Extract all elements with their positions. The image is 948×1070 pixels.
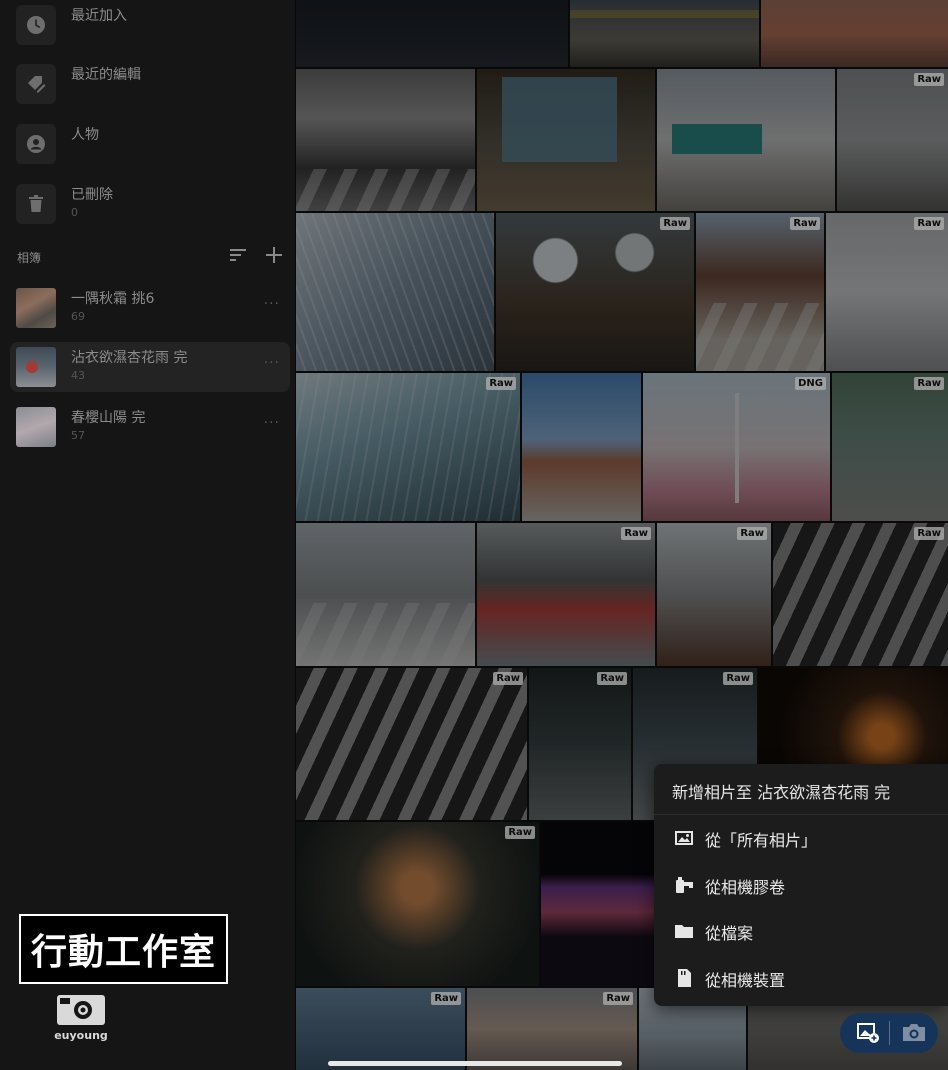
album-title: 沾衣欲濕杏花雨 完 bbox=[71, 350, 188, 366]
nav-item-deleted[interactable]: 已刪除 0 bbox=[16, 184, 286, 234]
photo-thumbnail[interactable] bbox=[761, 0, 948, 67]
pill-separator bbox=[889, 1021, 890, 1045]
dng-badge: DNG bbox=[795, 377, 826, 390]
nav-item-recently-added[interactable]: 最近加入 bbox=[16, 5, 286, 55]
menu-item-label: 從檔案 bbox=[705, 924, 754, 943]
menu-item-all-photos[interactable]: 從「所有相片」 bbox=[654, 815, 948, 861]
svg-text:euyoung: euyoung bbox=[54, 1029, 108, 1042]
sort-icon[interactable] bbox=[229, 246, 249, 266]
photo-thumbnail[interactable]: DNG bbox=[643, 373, 830, 521]
raw-badge: Raw bbox=[914, 527, 944, 540]
tag-edit-icon bbox=[16, 64, 56, 104]
menu-title: 新增相片至 沾衣欲濕杏花雨 完 bbox=[672, 783, 891, 802]
photo-thumbnail[interactable] bbox=[296, 0, 568, 67]
person-icon bbox=[16, 124, 56, 164]
home-indicator[interactable] bbox=[328, 1061, 622, 1066]
photo-thumbnail[interactable]: Raw bbox=[832, 373, 948, 521]
photo-thumbnail[interactable]: Raw bbox=[477, 523, 655, 666]
nav-item-recently-edited[interactable]: 最近的編輯 bbox=[16, 64, 286, 114]
more-icon[interactable]: ··· bbox=[264, 415, 280, 431]
sd-card-icon bbox=[678, 969, 691, 987]
photo-thumbnail[interactable] bbox=[541, 822, 661, 986]
add-photo-icon bbox=[857, 1023, 879, 1043]
camera-button[interactable] bbox=[896, 1019, 932, 1047]
photo-thumbnail[interactable]: Raw bbox=[529, 668, 631, 820]
camera-icon bbox=[903, 1024, 925, 1041]
photo-thumbnail[interactable]: Raw bbox=[496, 213, 694, 371]
album-item[interactable]: 春櫻山陽 完 57 ··· bbox=[10, 402, 290, 452]
photo-thumbnail[interactable]: Raw bbox=[467, 988, 637, 1070]
nav-label: 最近的編輯 bbox=[71, 67, 141, 83]
photo-thumbnail[interactable]: Raw bbox=[696, 213, 824, 371]
album-thumbnail bbox=[16, 407, 56, 447]
raw-badge: Raw bbox=[914, 217, 944, 230]
album-item-selected[interactable]: 沾衣欲濕杏花雨 完 43 ··· bbox=[10, 342, 290, 392]
album-count: 57 bbox=[71, 429, 85, 442]
nav-label: 人物 bbox=[71, 127, 99, 143]
photo-thumbnail[interactable]: Raw bbox=[657, 523, 771, 666]
photo-thumbnail[interactable] bbox=[522, 373, 641, 521]
photo-thumbnail[interactable] bbox=[296, 69, 475, 211]
album-title: 一隅秋霜 挑6 bbox=[71, 291, 155, 307]
watermark-text: 行動工作室 bbox=[19, 914, 228, 984]
sidebar: 最近加入 最近的編輯 人物 已刪除 0 相簿 一隅秋霜 挑6 69 ··· 沾衣… bbox=[0, 0, 295, 1070]
photo-thumbnail[interactable] bbox=[296, 213, 494, 371]
raw-badge: Raw bbox=[914, 73, 944, 86]
nav-label: 已刪除 bbox=[71, 187, 113, 203]
menu-item-camera-device[interactable]: 從相機裝置 bbox=[654, 955, 948, 1001]
deleted-count: 0 bbox=[71, 206, 78, 219]
add-album-icon[interactable] bbox=[265, 246, 285, 266]
photo-thumbnail[interactable] bbox=[570, 0, 759, 67]
photo-thumbnail[interactable]: Raw bbox=[826, 213, 948, 371]
trash-icon bbox=[16, 184, 56, 224]
album-item[interactable]: 一隅秋霜 挑6 69 ··· bbox=[10, 283, 290, 333]
clock-icon bbox=[16, 5, 56, 45]
nav-item-people[interactable]: 人物 bbox=[16, 124, 286, 174]
photo-thumbnail[interactable]: Raw bbox=[296, 988, 465, 1070]
raw-badge: Raw bbox=[505, 826, 535, 839]
film-roll-icon bbox=[676, 877, 693, 893]
photo-thumbnail[interactable] bbox=[657, 69, 835, 211]
album-count: 69 bbox=[71, 310, 85, 323]
nav-label: 最近加入 bbox=[71, 8, 127, 24]
folder-icon bbox=[675, 925, 693, 938]
raw-badge: Raw bbox=[660, 217, 690, 230]
menu-item-camera-roll[interactable]: 從相機膠卷 bbox=[654, 862, 948, 908]
raw-badge: Raw bbox=[621, 527, 651, 540]
menu-item-files[interactable]: 從檔案 bbox=[654, 908, 948, 954]
photo-thumbnail[interactable] bbox=[477, 69, 655, 211]
menu-item-label: 從相機膠卷 bbox=[705, 878, 786, 897]
raw-badge: Raw bbox=[431, 992, 461, 1005]
add-photo-button[interactable] bbox=[848, 1019, 888, 1047]
raw-badge: Raw bbox=[723, 672, 753, 685]
photo-thumbnail[interactable]: Raw bbox=[773, 523, 948, 666]
photo-thumbnail[interactable]: Raw bbox=[296, 668, 527, 820]
photo-thumbnail[interactable]: Raw bbox=[837, 69, 948, 211]
album-count: 43 bbox=[71, 369, 85, 382]
more-icon[interactable]: ··· bbox=[264, 296, 280, 312]
add-photo-pill bbox=[840, 1013, 938, 1053]
add-photos-menu: 新增相片至 沾衣欲濕杏花雨 完 從「所有相片」 從相機膠卷 從檔案 從相機裝置 bbox=[654, 764, 948, 1006]
menu-item-label: 從「所有相片」 bbox=[705, 831, 818, 850]
raw-badge: Raw bbox=[737, 527, 767, 540]
photo-thumbnail[interactable] bbox=[296, 523, 475, 666]
raw-badge: Raw bbox=[914, 377, 944, 390]
raw-badge: Raw bbox=[486, 377, 516, 390]
album-thumbnail bbox=[16, 347, 56, 387]
album-title: 春櫻山陽 完 bbox=[71, 410, 146, 426]
photo-thumbnail[interactable]: Raw bbox=[296, 822, 539, 986]
photo-thumbnail[interactable]: Raw bbox=[296, 373, 520, 521]
raw-badge: Raw bbox=[597, 672, 627, 685]
raw-badge: Raw bbox=[603, 992, 633, 1005]
albums-header: 相簿 bbox=[17, 251, 42, 265]
menu-item-label: 從相機裝置 bbox=[705, 971, 786, 990]
album-thumbnail bbox=[16, 288, 56, 328]
watermark-logo: euyoung bbox=[53, 993, 109, 1043]
raw-badge: Raw bbox=[790, 217, 820, 230]
image-icon bbox=[675, 831, 693, 845]
raw-badge: Raw bbox=[493, 672, 523, 685]
more-icon[interactable]: ··· bbox=[264, 355, 280, 371]
